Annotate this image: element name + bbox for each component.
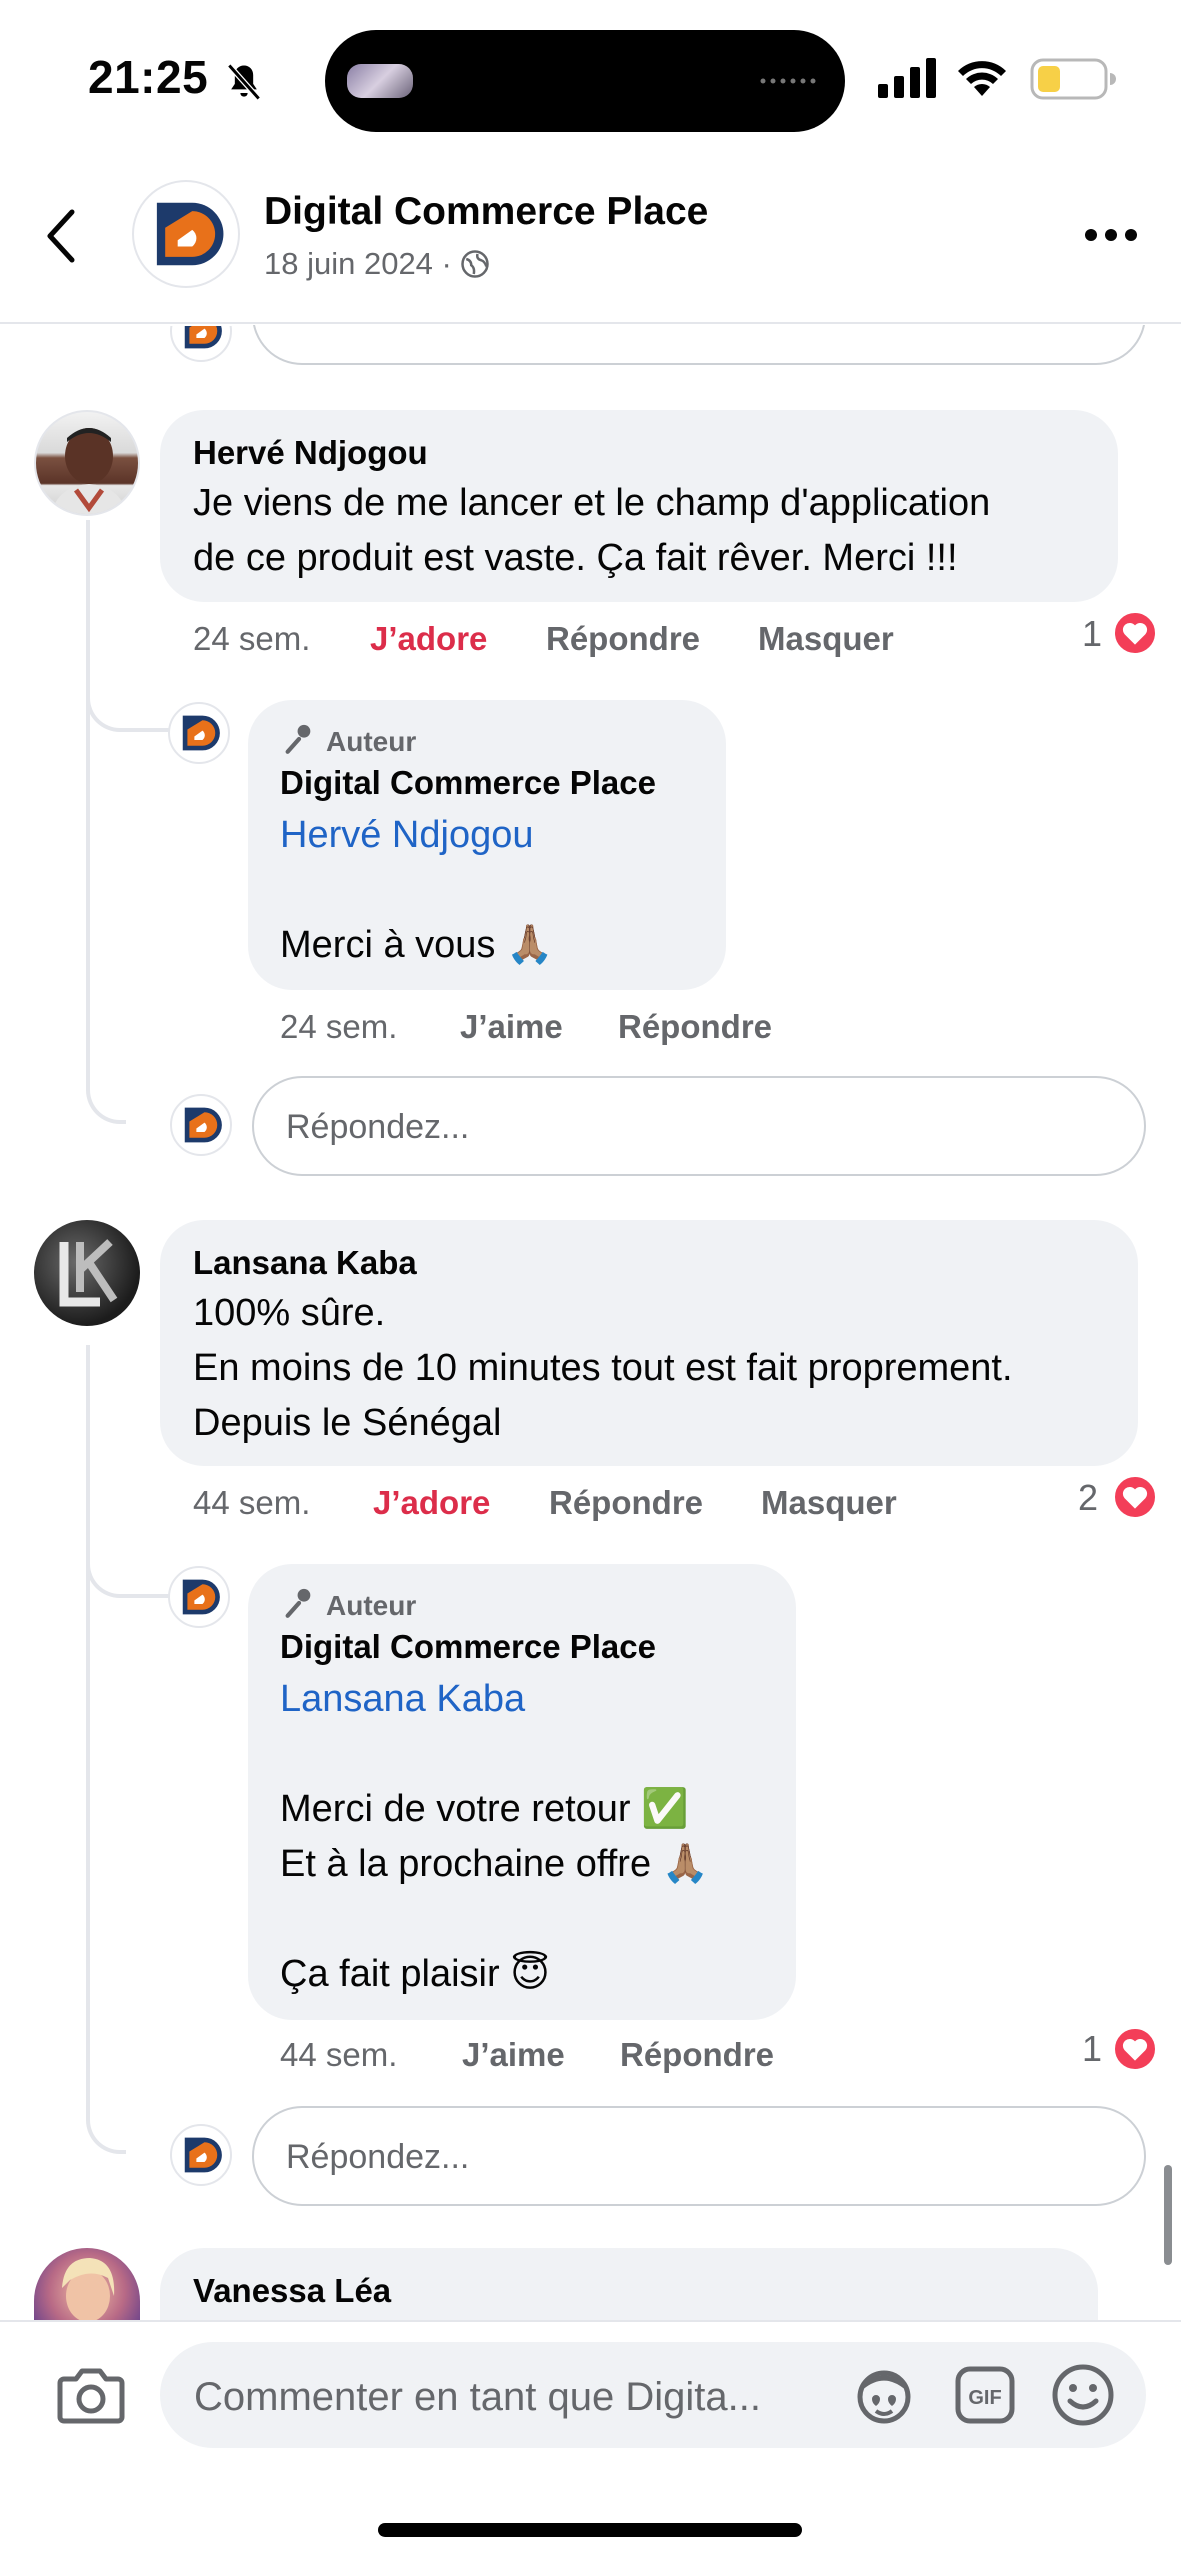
reply-avatar — [170, 1094, 232, 1156]
island-thumbnail — [347, 64, 413, 98]
avatar-sticker-icon[interactable] — [852, 2365, 916, 2425]
svg-text:GIF: GIF — [968, 2387, 1001, 2409]
person-photo-icon — [62, 2258, 115, 2320]
like-button[interactable]: J’aime — [460, 1008, 563, 1046]
heart-icon[interactable] — [1112, 610, 1158, 656]
dcp-logo-icon — [182, 1579, 220, 1615]
reply-placeholder: Répondez... — [286, 2138, 470, 2176]
heart-icon[interactable] — [1112, 2026, 1158, 2072]
love-button[interactable]: J’adore — [373, 1484, 490, 1522]
author-tag: Auteur — [326, 726, 417, 757]
mention-link[interactable]: Lansana Kaba — [280, 1672, 525, 1727]
commenter-avatar[interactable] — [34, 2248, 140, 2320]
reply-avatar — [170, 2124, 232, 2186]
reaction-count[interactable]: 1 — [1082, 613, 1102, 655]
comment-time[interactable]: 44 sem. — [193, 1484, 310, 1522]
author-name[interactable]: Digital Commerce Place — [280, 1628, 656, 1666]
page-title[interactable]: Digital Commerce Place — [264, 190, 708, 234]
author-avatar[interactable] — [168, 1566, 230, 1628]
love-button[interactable]: J’adore — [370, 620, 487, 658]
page-avatar[interactable] — [132, 180, 240, 288]
battery-icon — [1030, 58, 1116, 100]
emoji-icon[interactable] — [1050, 2363, 1116, 2427]
hide-button[interactable]: Masquer — [761, 1484, 897, 1522]
hide-button[interactable]: Masquer — [758, 620, 894, 658]
reply-button[interactable]: Répondre — [549, 1484, 703, 1522]
comment-time[interactable]: 24 sem. — [193, 620, 310, 658]
island-dots-icon — [760, 78, 816, 84]
author-avatar[interactable] — [168, 702, 230, 764]
lk-monogram-icon — [59, 1239, 118, 1307]
reply-text: Merci à vous 🙏🏽 — [280, 924, 554, 966]
comment-text: Je viens de me lancer et le champ d'appl… — [193, 482, 991, 579]
person-photo-icon — [51, 428, 127, 514]
author-name[interactable]: Digital Commerce Place — [280, 764, 656, 802]
mention-link[interactable]: Hervé Ndjogou — [280, 808, 533, 863]
scrollbar[interactable] — [1164, 2165, 1172, 2265]
like-button[interactable]: J’aime — [462, 2036, 565, 2074]
bell-muted-icon — [227, 63, 261, 101]
comment-placeholder: Commenter en tant que Digita... — [194, 2375, 761, 2419]
reply-button[interactable]: Répondre — [546, 620, 700, 658]
dcp-logo-icon — [184, 2137, 222, 2173]
reply-button[interactable]: Répondre — [618, 1008, 772, 1046]
commenter-name[interactable]: Hervé Ndjogou — [193, 434, 428, 472]
reply-time[interactable]: 44 sem. — [280, 2036, 397, 2074]
dcp-logo-icon — [156, 202, 224, 266]
dcp-logo-icon — [184, 1107, 222, 1143]
reply-time[interactable]: 24 sem. — [280, 1008, 397, 1046]
wifi-icon — [958, 61, 1006, 96]
post-date: 18 juin 2024 · — [264, 246, 490, 282]
camera-icon[interactable] — [56, 2365, 126, 2425]
commenter-avatar[interactable] — [34, 1220, 140, 1326]
commenter-name[interactable]: Vanessa Léa — [193, 2272, 391, 2310]
thread-line — [86, 600, 174, 732]
commenter-name[interactable]: Lansana Kaba — [193, 1244, 417, 1282]
signal-icon — [878, 58, 936, 98]
thread-line — [86, 1460, 174, 1598]
comment-text: 100% sûre. En moins de 10 minutes tout e… — [193, 1292, 1013, 1444]
reply-button[interactable]: Répondre — [620, 2036, 774, 2074]
home-indicator — [378, 2523, 802, 2537]
microphone-icon — [285, 1588, 311, 1618]
more-options-icon[interactable] — [1084, 228, 1138, 242]
commenter-avatar[interactable] — [34, 410, 140, 516]
back-chevron-icon[interactable] — [42, 206, 82, 266]
reply-placeholder: Répondez... — [286, 1108, 470, 1146]
microphone-icon — [285, 724, 311, 754]
author-tag: Auteur — [326, 1590, 417, 1621]
status-time: 21:25 — [88, 51, 209, 103]
globe-icon — [461, 250, 490, 278]
gif-icon[interactable]: GIF — [954, 2365, 1016, 2425]
reaction-count[interactable]: 2 — [1078, 1477, 1098, 1519]
dcp-logo-icon — [182, 715, 220, 751]
heart-icon[interactable] — [1112, 1474, 1158, 1520]
reply-text: Merci de votre retour ✅ Et à la prochain… — [280, 1788, 709, 1995]
reaction-count[interactable]: 1 — [1082, 2028, 1102, 2070]
